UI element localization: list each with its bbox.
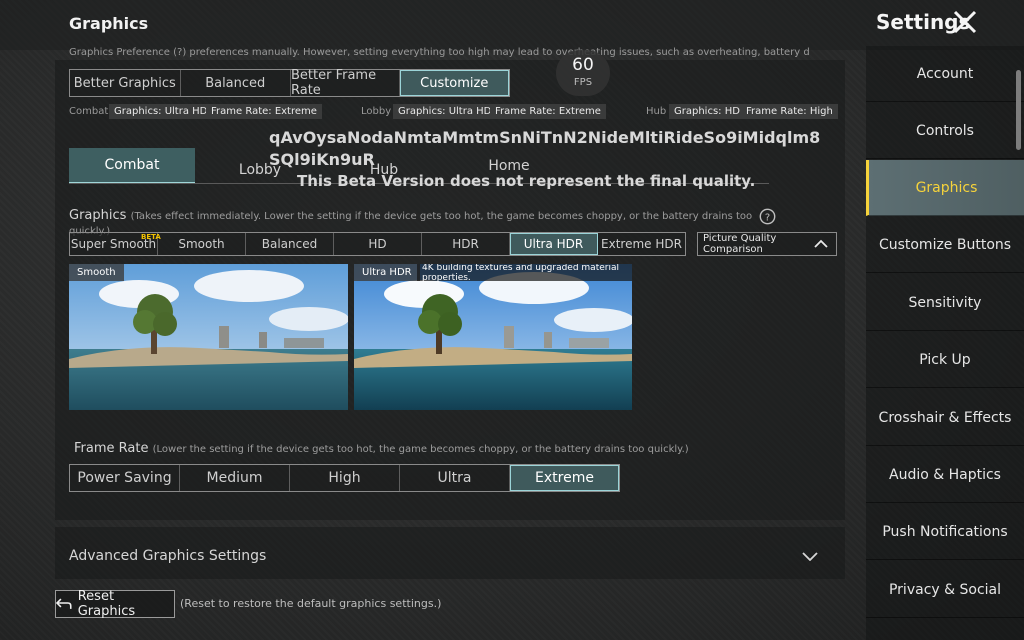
framerate-option-selected[interactable]: Extreme xyxy=(510,465,619,491)
preference-option[interactable]: Better Frame Rate xyxy=(291,68,400,98)
sidebar-item-graphics[interactable]: Graphics xyxy=(866,160,1024,216)
reset-label: Reset Graphics xyxy=(77,589,136,619)
beta-badge: BETA xyxy=(141,233,161,241)
fps-counter: 60 FPS xyxy=(556,50,610,96)
framerate-option[interactable]: Ultra xyxy=(400,465,510,491)
sidebar-item-sensitivity[interactable]: Sensitivity xyxy=(866,275,1024,331)
chevron-down-icon[interactable] xyxy=(802,551,818,561)
preference-option-selected[interactable]: Customize xyxy=(399,70,509,96)
fps-unit: FPS xyxy=(573,77,593,88)
landscape-image xyxy=(354,264,632,410)
framerate-selector: Power Saving Medium High Ultra Extreme xyxy=(69,464,620,492)
advanced-graphics-settings[interactable]: Advanced Graphics Settings xyxy=(55,527,845,579)
sidebar-item-controls[interactable]: Controls xyxy=(866,103,1024,159)
summary-hub-label: Hub xyxy=(646,106,667,117)
preference-option[interactable]: Balanced xyxy=(181,70,291,96)
summary-combat-graphics: Graphics: Ultra HD xyxy=(109,104,213,119)
graphics-label: Graphics xyxy=(69,208,127,223)
framerate-label: Frame Rate xyxy=(74,441,149,456)
tab-combat[interactable]: Combat xyxy=(69,148,195,184)
framerate-option[interactable]: High xyxy=(290,465,400,491)
summary-lobby-framerate: Frame Rate: Extreme xyxy=(490,104,606,119)
summary-lobby-label: Lobby xyxy=(361,106,392,117)
fps-value: 60 xyxy=(572,55,594,75)
svg-text:?: ? xyxy=(765,212,770,223)
summary-combat-framerate: Frame Rate: Extreme xyxy=(206,104,322,119)
page-title: Graphics xyxy=(69,14,149,33)
reset-note: (Reset to restore the default graphics s… xyxy=(180,597,442,610)
landscape-image xyxy=(69,264,348,410)
sidebar-item-account[interactable]: Account xyxy=(866,46,1024,102)
preference-preface: Graphics Preference (?) preferences manu… xyxy=(69,47,810,58)
advanced-label: Advanced Graphics Settings xyxy=(69,548,267,564)
close-icon[interactable] xyxy=(952,9,978,35)
graphics-option[interactable]: HD xyxy=(334,233,422,255)
beta-watermark: qAvOysaNodaNmtaMmtmSnNiTnN2NideMltiRideS… xyxy=(269,127,821,171)
sidebar-item-pick-up[interactable]: Pick Up xyxy=(866,332,1024,388)
framerate-note: (Lower the setting if the device gets to… xyxy=(152,444,689,455)
sidebar-item-customize-buttons[interactable]: Customize Buttons xyxy=(866,217,1024,273)
summary-hub-graphics: Graphics: HD xyxy=(669,104,745,119)
graphics-preference-selector: Better Graphics Balanced Better Frame Ra… xyxy=(69,68,510,98)
graphics-quality-selector: Super Smooth Smooth Balanced HD HDR Ultr… xyxy=(69,232,686,256)
preview-ultra-hdr: Ultra HDR 4K building textures and upgra… xyxy=(354,264,632,410)
sidebar-item-push-notifications[interactable]: Push Notifications xyxy=(866,504,1024,560)
summary-lobby-graphics: Graphics: Ultra HD xyxy=(393,104,497,119)
settings-sidebar: Account Controls Graphics Customize Butt… xyxy=(866,46,1024,640)
preview-smooth: Smooth xyxy=(69,264,348,410)
summary-combat-label: Combat xyxy=(69,106,109,117)
framerate-section-label: Frame Rate (Lower the setting if the dev… xyxy=(74,441,774,456)
watermark-line2: SQl9iKn9uR xyxy=(269,150,375,169)
preview-right-note: 4K building textures and upgraded materi… xyxy=(417,264,632,283)
preview-left-caption: Smooth xyxy=(69,264,124,281)
graphics-option-selected[interactable]: Ultra HDR xyxy=(510,233,598,255)
help-icon[interactable]: ? xyxy=(759,208,776,225)
sidebar-item-privacy-social[interactable]: Privacy & Social xyxy=(866,562,1024,618)
graphics-option[interactable]: Smooth xyxy=(158,233,246,255)
beta-disclaimer: This Beta Version does not represent the… xyxy=(297,172,756,190)
picture-quality-comparison-button[interactable]: Picture Quality Comparison xyxy=(697,232,837,256)
sidebar-item-crosshair-effects[interactable]: Crosshair & Effects xyxy=(866,390,1024,446)
sidebar-scrollbar[interactable] xyxy=(1016,70,1021,150)
preview-right-caption: Ultra HDR xyxy=(354,264,420,281)
reset-graphics-button[interactable]: Reset Graphics xyxy=(55,589,175,619)
reset-icon xyxy=(56,598,72,609)
framerate-option[interactable]: Medium xyxy=(180,465,290,491)
top-bar xyxy=(0,0,1024,50)
graphics-option[interactable]: Balanced xyxy=(246,233,334,255)
framerate-option[interactable]: Power Saving xyxy=(70,465,180,491)
graphics-option[interactable]: HDR xyxy=(422,233,510,255)
preference-option[interactable]: Better Graphics xyxy=(70,70,181,96)
summary-hub-framerate: Frame Rate: High xyxy=(741,104,838,119)
sidebar-item-audio-haptics[interactable]: Audio & Haptics xyxy=(866,447,1024,503)
watermark-line1: qAvOysaNodaNmtaMmtmSnNiTnN2NideMltiRideS… xyxy=(269,128,821,147)
graphics-option[interactable]: Extreme HDR xyxy=(598,233,685,255)
chevron-up-icon xyxy=(814,239,828,248)
